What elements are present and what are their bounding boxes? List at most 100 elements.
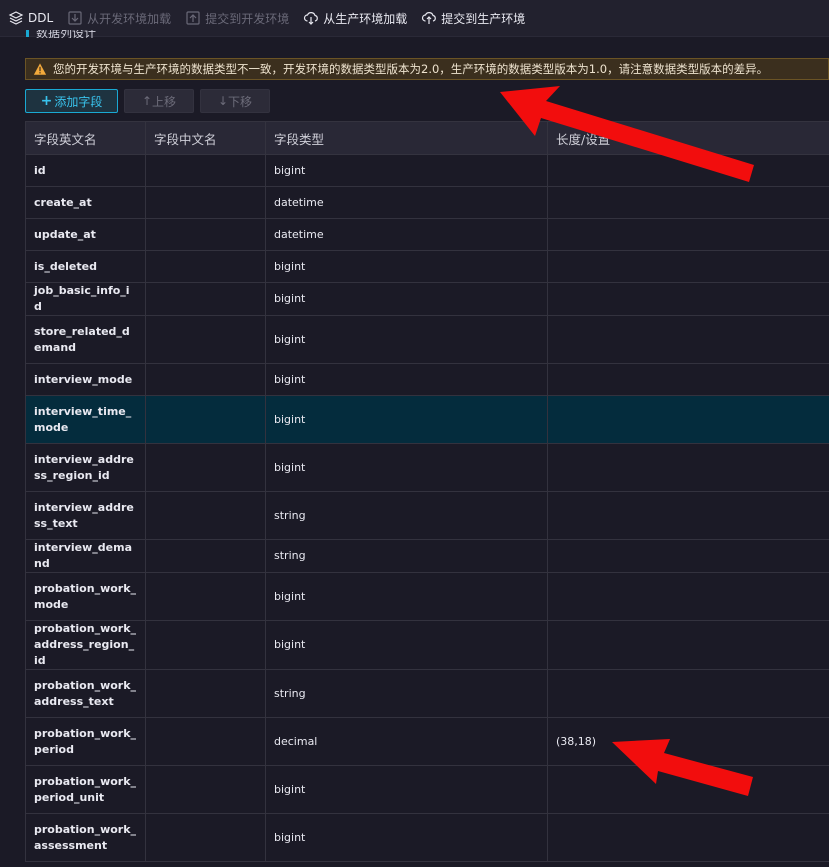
cell-cn-name[interactable] — [145, 186, 266, 219]
table-row[interactable]: store_related_demand bigint — [25, 315, 829, 364]
table-row[interactable]: probation_work_assessment bigint — [25, 813, 829, 862]
cell-en-name[interactable]: probation_work_period — [25, 717, 146, 766]
cell-cn-name[interactable] — [145, 717, 266, 766]
cell-cn-name[interactable] — [145, 363, 266, 396]
header-en-name[interactable]: 字段英文名 — [25, 121, 146, 155]
submit-to-prod-label: 提交到生产环境 — [441, 11, 526, 26]
table-row[interactable]: update_at datetime — [25, 218, 829, 251]
cell-en-name[interactable]: probation_work_address_region_id — [25, 620, 146, 670]
cell-length[interactable] — [547, 620, 829, 670]
cell-type[interactable]: bigint — [265, 363, 548, 396]
cell-type[interactable]: bigint — [265, 282, 548, 316]
cell-length[interactable] — [547, 443, 829, 492]
cell-type[interactable]: bigint — [265, 572, 548, 621]
cell-cn-name[interactable] — [145, 669, 266, 718]
cell-cn-name[interactable] — [145, 282, 266, 316]
add-field-button[interactable]: + 添加字段 — [25, 89, 118, 113]
cell-length[interactable] — [547, 813, 829, 862]
field-actions: + 添加字段 ↑ 上移 ↓ 下移 — [25, 89, 270, 113]
cell-type[interactable]: bigint — [265, 250, 548, 283]
table-row[interactable]: is_deleted bigint — [25, 250, 829, 283]
cell-length[interactable] — [547, 154, 829, 187]
cell-en-name[interactable]: probation_work_mode — [25, 572, 146, 621]
cell-length[interactable] — [547, 669, 829, 718]
cell-en-name[interactable]: update_at — [25, 218, 146, 251]
cell-en-name[interactable]: is_deleted — [25, 250, 146, 283]
header-type[interactable]: 字段类型 — [265, 121, 548, 155]
columns-grid: 字段英文名 字段中文名 字段类型 长度/设置 id bigint create_at… — [25, 121, 829, 862]
cell-type[interactable]: bigint — [265, 443, 548, 492]
cell-en-name[interactable]: interview_address_text — [25, 491, 146, 540]
cell-type[interactable]: decimal — [265, 717, 548, 766]
cell-type[interactable]: bigint — [265, 315, 548, 364]
cell-cn-name[interactable] — [145, 315, 266, 364]
table-row[interactable]: interview_mode bigint — [25, 363, 829, 396]
header-cn-name[interactable]: 字段中文名 — [145, 121, 266, 155]
move-up-button[interactable]: ↑ 上移 — [124, 89, 194, 113]
cell-length[interactable] — [547, 539, 829, 573]
cell-en-name[interactable]: interview_address_region_id — [25, 443, 146, 492]
cell-en-name[interactable]: job_basic_info_id — [25, 282, 146, 316]
cell-type[interactable]: datetime — [265, 218, 548, 251]
table-row[interactable]: probation_work_period decimal (38,18) — [25, 717, 829, 766]
cell-length[interactable] — [547, 186, 829, 219]
submit-to-prod-button[interactable]: 提交到生产环境 — [413, 0, 531, 36]
cell-length[interactable]: (38,18) — [547, 717, 829, 766]
cell-length[interactable] — [547, 491, 829, 540]
table-row[interactable]: probation_work_address_text string — [25, 669, 829, 718]
cell-type[interactable]: bigint — [265, 765, 548, 814]
table-row[interactable]: interview_address_region_id bigint — [25, 443, 829, 492]
cell-cn-name[interactable] — [145, 620, 266, 670]
cell-type[interactable]: bigint — [265, 154, 548, 187]
cell-type[interactable]: string — [265, 669, 548, 718]
cell-cn-name[interactable] — [145, 813, 266, 862]
table-row[interactable]: probation_work_period_unit bigint — [25, 765, 829, 814]
cell-length[interactable] — [547, 572, 829, 621]
cell-length[interactable] — [547, 315, 829, 364]
cell-cn-name[interactable] — [145, 250, 266, 283]
cell-en-name[interactable]: probation_work_assessment — [25, 813, 146, 862]
cell-type[interactable]: bigint — [265, 813, 548, 862]
cell-length[interactable] — [547, 250, 829, 283]
plus-icon: + — [40, 93, 53, 109]
cell-cn-name[interactable] — [145, 218, 266, 251]
submit-to-dev-button[interactable]: 提交到开发环境 — [177, 0, 295, 36]
move-up-label: 上移 — [152, 94, 177, 109]
cell-type[interactable]: string — [265, 539, 548, 573]
cell-type[interactable]: bigint — [265, 395, 548, 444]
cell-length[interactable] — [547, 218, 829, 251]
cell-cn-name[interactable] — [145, 443, 266, 492]
cell-en-name[interactable]: probation_work_address_text — [25, 669, 146, 718]
cell-en-name[interactable]: probation_work_period_unit — [25, 765, 146, 814]
cell-en-name[interactable]: interview_mode — [25, 363, 146, 396]
table-row[interactable]: probation_work_mode bigint — [25, 572, 829, 621]
table-row[interactable]: create_at datetime — [25, 186, 829, 219]
table-row[interactable]: interview_address_text string — [25, 491, 829, 540]
cell-length[interactable] — [547, 395, 829, 444]
cell-type[interactable]: bigint — [265, 620, 548, 670]
move-down-button[interactable]: ↓ 下移 — [200, 89, 270, 113]
cell-length[interactable] — [547, 363, 829, 396]
cell-length[interactable] — [547, 765, 829, 814]
table-row[interactable]: interview_demand string — [25, 539, 829, 573]
cell-cn-name[interactable] — [145, 572, 266, 621]
cell-cn-name[interactable] — [145, 395, 266, 444]
cell-en-name[interactable]: interview_demand — [25, 539, 146, 573]
cell-cn-name[interactable] — [145, 154, 266, 187]
cell-cn-name[interactable] — [145, 491, 266, 540]
cell-en-name[interactable]: interview_time_mode — [25, 395, 146, 444]
table-row[interactable]: id bigint — [25, 154, 829, 187]
cell-length[interactable] — [547, 282, 829, 316]
cell-type[interactable]: string — [265, 491, 548, 540]
cell-en-name[interactable]: store_related_demand — [25, 315, 146, 364]
cell-en-name[interactable]: id — [25, 154, 146, 187]
table-row[interactable]: probation_work_address_region_id bigint — [25, 620, 829, 670]
cell-en-name[interactable]: create_at — [25, 186, 146, 219]
table-row[interactable]: job_basic_info_id bigint — [25, 282, 829, 316]
table-row[interactable]: interview_time_mode bigint — [25, 395, 829, 444]
load-from-prod-button[interactable]: 从生产环境加载 — [295, 0, 413, 36]
cell-cn-name[interactable] — [145, 539, 266, 573]
cell-type[interactable]: datetime — [265, 186, 548, 219]
cell-cn-name[interactable] — [145, 765, 266, 814]
header-length[interactable]: 长度/设置 — [547, 121, 829, 155]
